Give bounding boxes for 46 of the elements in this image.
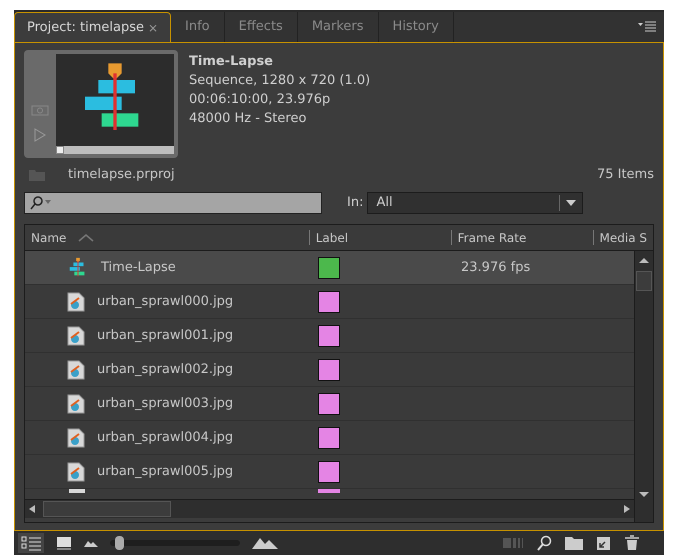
- item-name: Time-Lapse: [101, 258, 176, 277]
- item-name: urban_sprawl005.jpg: [97, 462, 234, 481]
- tab[interactable]: Info: [171, 12, 225, 42]
- item-info: 00:06:10:00, 23.976p: [189, 91, 332, 109]
- item-count: 75 Items: [596, 166, 654, 184]
- frame-rate: 23.976 fps: [460, 258, 530, 277]
- column-header[interactable]: Frame Rate: [450, 230, 592, 245]
- panel-menu-icon[interactable]: [638, 21, 656, 33]
- column-header[interactable]: Media S: [592, 230, 653, 245]
- sort-ascending-icon[interactable]: [78, 234, 94, 242]
- tab[interactable]: Effects: [224, 12, 298, 42]
- table-row[interactable]: Time-Lapse 23.976 fps: [25, 251, 634, 285]
- column-header[interactable]: Name: [25, 225, 309, 250]
- item-info: Sequence, 1280 x 720 (1.0): [189, 72, 370, 90]
- folder-icon[interactable]: [564, 535, 584, 551]
- trash-icon[interactable]: [624, 535, 640, 551]
- item-name: urban_sprawl001.jpg: [97, 326, 234, 345]
- icon-view-icon[interactable]: [56, 536, 72, 550]
- new-item-icon[interactable]: [596, 535, 612, 551]
- small-mountain-icon[interactable]: [84, 539, 98, 547]
- search-icon[interactable]: [29, 196, 53, 210]
- slider-thumb[interactable]: [115, 536, 124, 550]
- tab[interactable]: Project: timelapse ×: [14, 12, 172, 42]
- item-title: Time-Lapse: [189, 53, 274, 71]
- item-name: urban_sprawl004.jpg: [97, 428, 234, 447]
- scrollbar-thumb[interactable]: [43, 501, 171, 517]
- item-name: urban_sprawl000.jpg: [97, 292, 234, 311]
- vertical-scrollbar[interactable]: [634, 251, 653, 522]
- in-dropdown[interactable]: All: [367, 192, 584, 214]
- large-mountain-icon[interactable]: [252, 537, 278, 549]
- list-view-icon[interactable]: [18, 533, 44, 553]
- column-header[interactable]: Label: [308, 230, 451, 245]
- search-icon[interactable]: [536, 535, 552, 551]
- tab[interactable]: Markers: [298, 12, 379, 42]
- item-info: 48000 Hz - Stereo: [189, 110, 308, 128]
- in-label: In:: [347, 194, 364, 212]
- item-name: urban_sprawl002.jpg: [97, 360, 234, 379]
- close-icon[interactable]: ×: [148, 18, 158, 36]
- tab[interactable]: History: [378, 12, 454, 42]
- dropdown-arrow-icon[interactable]: [566, 200, 576, 206]
- scrollbar-thumb[interactable]: [636, 271, 652, 291]
- project-file-name: timelapse.prproj: [68, 166, 175, 184]
- horizontal-scrollbar[interactable]: [25, 499, 634, 518]
- scrub-bar[interactable]: [56, 146, 174, 154]
- item-name: urban_sprawl003.jpg: [97, 394, 234, 413]
- search-field[interactable]: [24, 192, 322, 214]
